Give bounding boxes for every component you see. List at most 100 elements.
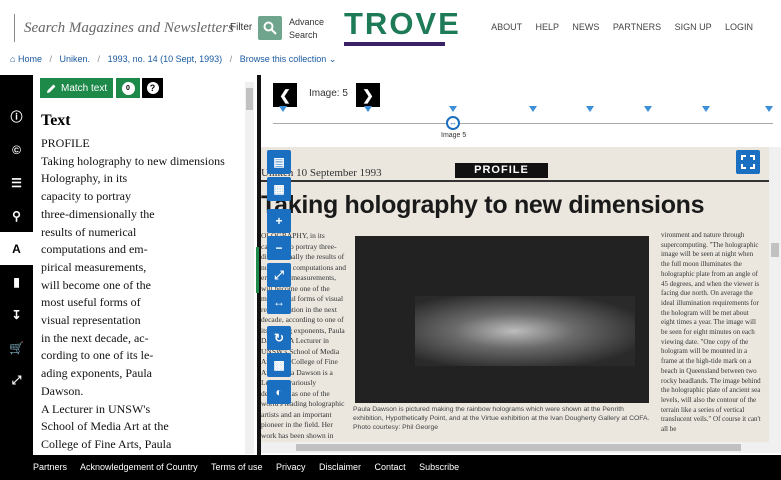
newspaper-section: PROFILE [455,163,548,178]
grid-icon[interactable]: ▦ [267,177,291,201]
copyright-icon[interactable]: © [0,133,33,166]
footer-subscribe[interactable]: Subscribe [419,462,459,472]
search-icon[interactable]: ⚲ [0,199,33,232]
ocr-line: Holography, in its [41,171,128,186]
bookmark-icon[interactable]: ▮ [0,265,33,298]
nav-about[interactable]: ABOUT [491,22,522,32]
search-button[interactable] [258,16,282,40]
fit-page-icon[interactable]: ⤢ [267,263,291,287]
ocr-line: Taking holography to new dimensions [41,153,225,168]
timeline-knob-label: Image 5 [441,132,467,139]
download-icon[interactable]: ↧ [0,298,33,331]
nav-help[interactable]: HELP [536,22,559,32]
next-image-button[interactable]: ❯ [356,83,380,107]
nav-news[interactable]: NEWS [572,22,599,32]
timeline-marker[interactable] [449,106,457,112]
pencil-icon [47,84,56,93]
site-footer: Partners Acknowledgement of Country Term… [0,455,781,480]
photo-caption: Paula Dawson is pictured making the rain… [353,406,650,431]
nav-partners[interactable]: PARTNERS [613,22,661,32]
timeline-marker[interactable] [644,106,652,112]
match-count-badge: 0 [116,78,140,98]
timeline-marker[interactable] [765,106,773,112]
newspaper-column-right: vironment and nature through supercomput… [661,231,761,434]
resize-handle[interactable] [256,247,259,293]
chevron-left-icon: ❮ [279,86,291,103]
breadcrumb-title[interactable]: Uniken. [60,54,91,64]
timeline-marker[interactable] [586,106,594,112]
footer-privacy[interactable]: Privacy [276,462,306,472]
advanced-search-line2: Search [289,30,318,40]
logo-text: TROVE [344,6,461,41]
help-icon: ? [146,82,159,94]
fullscreen-button[interactable] [736,150,760,174]
scroll-thumb[interactable] [296,444,741,451]
nav-sign-up[interactable]: SIGN UP [675,22,712,32]
ocr-line: three-dimensionally the [41,206,155,221]
footer-disclaimer[interactable]: Disclaimer [319,462,361,472]
ocr-line: School of Media Art at the [41,419,169,434]
timeline-marker[interactable] [364,106,372,112]
image-adjust-icon[interactable]: ▩ [267,353,291,377]
timeline-marker[interactable] [702,106,710,112]
text-scrollbar[interactable] [245,82,254,454]
text-heading: Text [41,112,71,129]
newspaper-photo [355,236,649,403]
zoom-in-icon[interactable]: + [267,209,291,233]
filter-button[interactable]: Filter [230,22,252,33]
nav-login[interactable]: LOGIN [725,22,753,32]
chevron-down-icon: ⌄ [328,54,337,64]
ocr-line: ading exponents, Paula [41,366,152,381]
newspaper-image[interactable]: Uniken 10 September 1993 PROFILE Taking … [261,147,769,453]
contrast-icon[interactable]: ◐ [267,380,291,404]
footer-contact[interactable]: Contact [375,462,406,472]
info-icon[interactable]: ⓘ [0,100,33,133]
help-button[interactable]: ? [142,78,163,98]
list-icon[interactable]: ☰ [0,166,33,199]
ocr-line: in the next decade, ac- [41,330,149,345]
advanced-search-link[interactable]: Advance Search [289,16,324,42]
breadcrumb-issue[interactable]: 1993, no. 14 (10 Sept, 1993) [108,54,223,64]
scroll-thumb[interactable] [771,243,779,257]
viewer-scrollbar-vertical[interactable] [769,147,781,453]
image-navigator: ❮ Image: 5 ❯ ↔ Image 5 [261,75,781,147]
advanced-search-line1: Advance [289,17,325,27]
newspaper-headline: Taking holography to new dimensions [261,191,705,219]
prev-image-button[interactable]: ❮ [273,83,297,107]
ocr-line: most useful forms of [41,295,141,310]
newspaper-rule [261,180,769,182]
breadcrumb-browse[interactable]: Browse this collection [240,54,327,64]
rotate-icon[interactable]: ↻ [267,326,291,350]
footer-terms[interactable]: Terms of use [211,462,263,472]
main-nav: ABOUT HELP NEWS PARTNERS SIGN UP LOGIN [480,22,753,32]
timeline-marker[interactable] [529,106,537,112]
ocr-line: College of Fine Arts, Paula [41,436,172,451]
ocr-line: Dawson. [41,383,84,398]
footer-acknowledgement[interactable]: Acknowledgement of Country [80,462,198,472]
text-panel: Match text 0 ? Text PROFILE Taking hologr… [33,75,258,455]
expand-icon[interactable]: ⤢ [0,364,33,397]
viewer-scrollbar-horizontal[interactable] [261,442,769,453]
zoom-out-icon[interactable]: − [267,236,291,260]
ocr-line: will become one of the [41,277,151,292]
image-label: Image: 5 [309,88,348,99]
trove-logo[interactable]: TROVE [344,6,461,48]
timeline-track[interactable] [273,123,773,124]
ocr-text: PROFILE Taking holography to new dimensio… [41,135,225,454]
left-toolbar: ⓘ © ☰ ⚲ A ▮ ↧ 🛒 ⤢ [0,75,33,455]
search-icon [263,21,277,35]
search-input[interactable]: Search Magazines and Newsletters [14,14,234,42]
ocr-line: cording to one of its le- [41,348,154,363]
page-icon[interactable]: ▤ [267,150,291,174]
text-icon[interactable]: A [0,232,33,265]
ocr-line: computations and em- [41,242,148,257]
breadcrumb-home[interactable]: Home [18,54,42,64]
ocr-line: PROFILE [41,136,90,150]
match-text-button[interactable]: Match text [40,78,114,98]
timeline-knob[interactable]: ↔ [446,116,460,130]
cart-icon[interactable]: 🛒 [0,331,33,364]
fit-width-icon[interactable]: ↔ [267,290,291,314]
scroll-thumb[interactable] [246,88,253,110]
footer-partners[interactable]: Partners [33,462,67,472]
timeline-marker[interactable] [279,106,287,112]
